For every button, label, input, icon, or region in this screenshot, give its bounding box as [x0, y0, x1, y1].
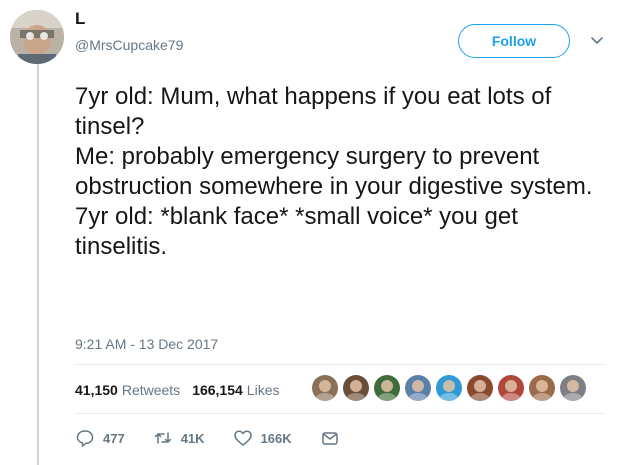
- liker-avatar[interactable]: [405, 375, 431, 401]
- like-button[interactable]: 166K: [233, 428, 292, 448]
- thread-line: [37, 60, 39, 465]
- avatar[interactable]: [10, 10, 64, 64]
- like-count: 166K: [260, 430, 292, 446]
- follow-button[interactable]: Follow: [458, 24, 570, 58]
- liker-avatars: [312, 375, 586, 401]
- liker-avatar[interactable]: [467, 375, 493, 401]
- avatar-image: [10, 10, 64, 64]
- tweet-text: 7yr old: Mum, what happens if you eat lo…: [75, 83, 593, 260]
- likes-count[interactable]: 166,154: [192, 382, 243, 398]
- retweets-label[interactable]: Retweets: [122, 382, 180, 398]
- liker-avatar[interactable]: [343, 375, 369, 401]
- tweet-stats: 41,150 Retweets 166,154 Likes: [75, 382, 287, 398]
- liker-avatar[interactable]: [374, 375, 400, 401]
- reply-icon: [76, 430, 94, 447]
- retweet-button[interactable]: 41K: [153, 428, 205, 448]
- retweet-count: 41K: [180, 430, 205, 446]
- user-handle[interactable]: @MrsCupcake79: [75, 37, 183, 53]
- reply-button[interactable]: 477: [75, 428, 125, 448]
- divider: [75, 364, 605, 365]
- retweets-count[interactable]: 41,150: [75, 382, 118, 398]
- chevron-down-icon[interactable]: [589, 32, 605, 48]
- reply-count: 477: [103, 430, 125, 446]
- heart-icon: [233, 430, 252, 446]
- divider: [75, 413, 605, 414]
- liker-avatar[interactable]: [312, 375, 338, 401]
- tweet-timestamp[interactable]: 9:21 AM - 13 Dec 2017: [75, 336, 218, 352]
- liker-avatar[interactable]: [560, 375, 586, 401]
- likes-label[interactable]: Likes: [247, 382, 280, 398]
- retweet-icon: [154, 432, 171, 444]
- display-name[interactable]: L: [75, 9, 85, 29]
- liker-avatar[interactable]: [529, 375, 555, 401]
- liker-avatar[interactable]: [436, 375, 462, 401]
- envelope-icon: [321, 432, 338, 445]
- tweet-actions: 477 41K 166K: [75, 428, 368, 448]
- liker-avatar[interactable]: [498, 375, 524, 401]
- direct-message-button[interactable]: [320, 428, 340, 448]
